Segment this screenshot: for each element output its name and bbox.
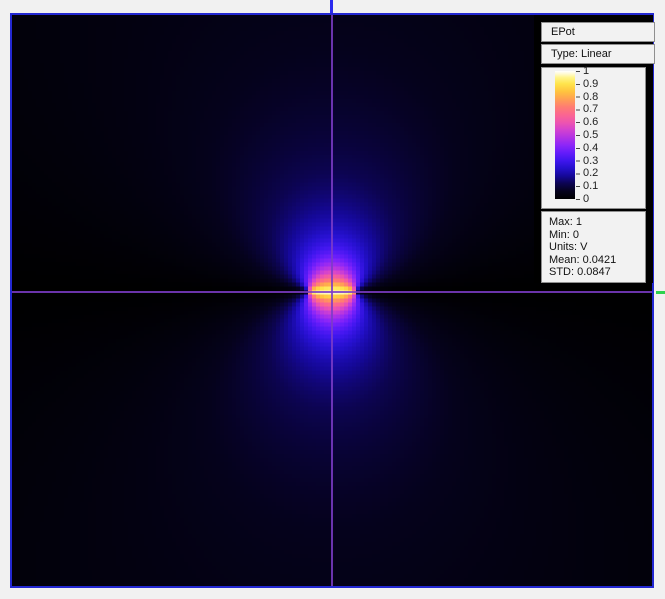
colorbar-tick-label: 0.9 [583, 77, 599, 90]
stat-min: Min: 0 [549, 228, 579, 241]
colorbar-tick-label: 0.1 [583, 180, 599, 193]
colorbar-tick-label: 0.5 [583, 128, 599, 141]
stats-box: Max: 1 Min: 0 Units: V Mean: 0.0421 STD:… [541, 211, 646, 283]
colorbar-tick-label: 0.3 [583, 154, 599, 167]
colorbar-box: 1 0.9 0.8 0.7 0.6 0.5 0.4 0.3 0.2 0.1 0 [541, 65, 646, 209]
app-window: EPot Type: Linear 1 0.9 0.8 0.7 0.6 0.5 … [0, 0, 665, 599]
colorbar-tick-label: 0.4 [583, 141, 599, 154]
colorbar-ticks [576, 71, 580, 200]
colorbar-gradient [555, 71, 575, 199]
stat-std: STD: 0.0847 [549, 266, 611, 278]
colorbar-tick-label: 1 [583, 65, 590, 77]
colorbar-tick-label: 0.2 [583, 167, 599, 180]
legend-title: EPot [541, 22, 655, 42]
colorbar-tick-label: 0.8 [583, 90, 599, 103]
stat-mean: Mean: 0.0421 [549, 253, 617, 266]
colorbar-tick-label: 0 [583, 192, 590, 205]
colorbar-tick-label: 0.6 [583, 116, 599, 129]
legend-scale-type: Type: Linear [541, 44, 655, 64]
colorbar-tick-label: 0.7 [583, 103, 599, 116]
horizontal-slice-marker[interactable] [656, 291, 665, 294]
crosshair-vertical-line[interactable] [331, 15, 333, 586]
vertical-slice-marker[interactable] [330, 0, 333, 13]
stat-max: Max: 1 [549, 216, 583, 228]
stat-units: Units: V [549, 241, 588, 253]
colorbar-labels: 1 0.9 0.8 0.7 0.6 0.5 0.4 0.3 0.2 0.1 0 [583, 65, 623, 205]
crosshair-horizontal-line[interactable] [12, 291, 652, 293]
legend-panel: EPot Type: Linear 1 0.9 0.8 0.7 0.6 0.5 … [534, 15, 655, 283]
